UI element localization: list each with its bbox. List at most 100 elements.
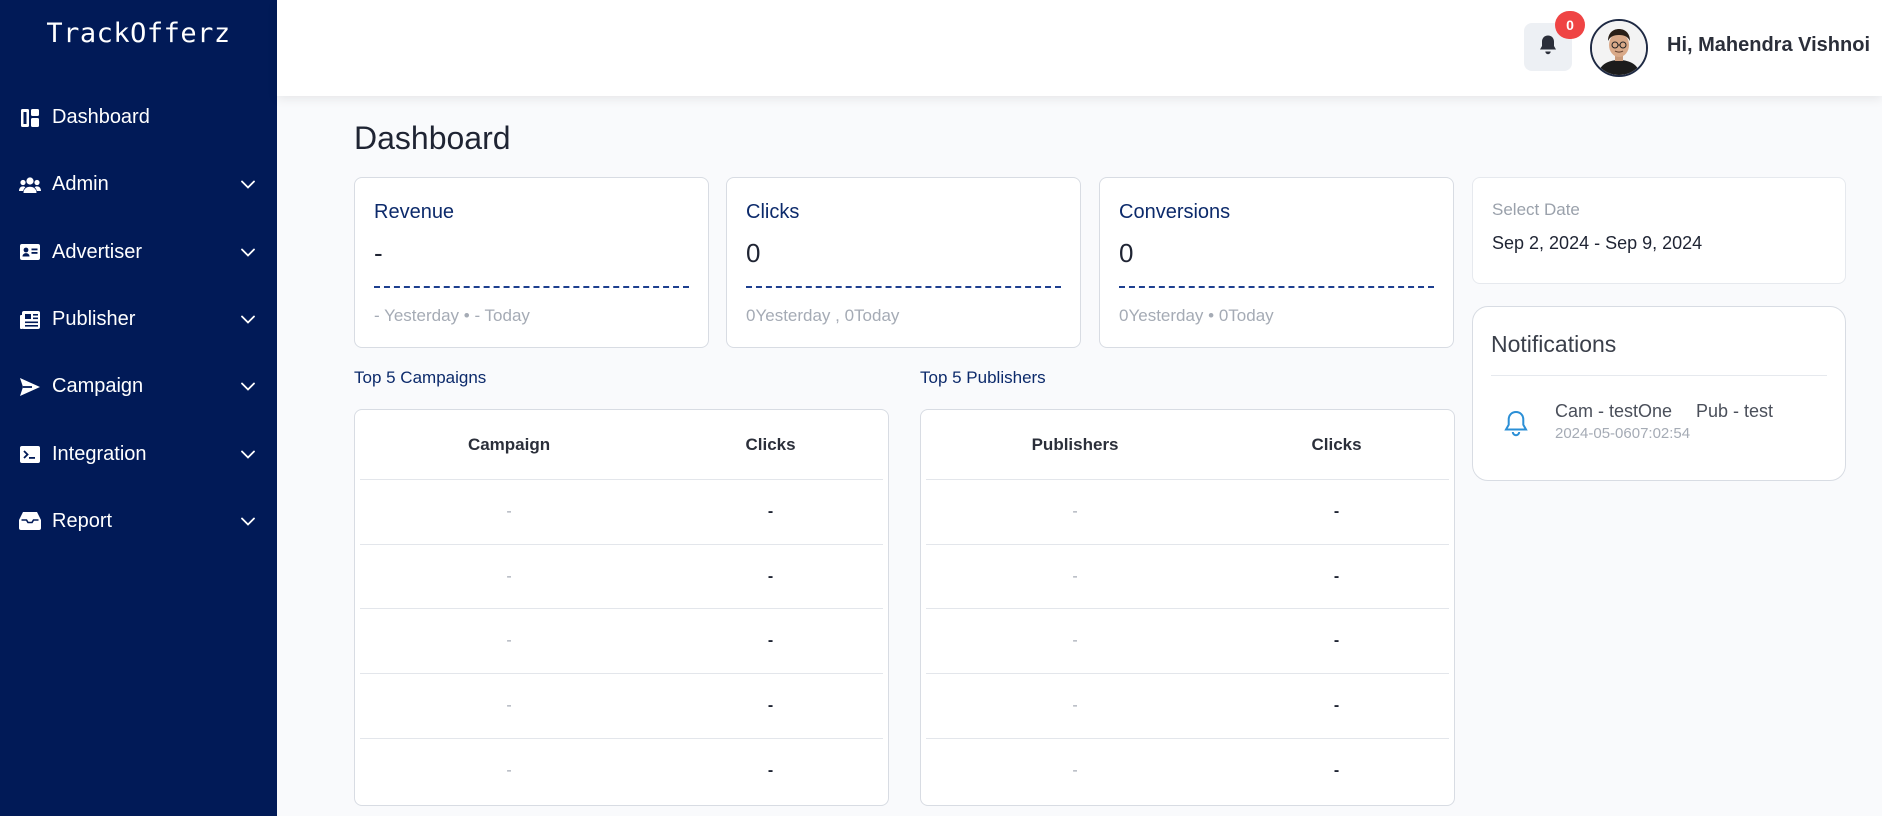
table-header: Campaign Clicks: [360, 410, 883, 480]
sidebar-item-advertiser[interactable]: Advertiser: [0, 219, 277, 286]
chevron-down-icon[interactable]: [239, 176, 257, 194]
top-publishers-table: Publishers Clicks - - - - - - - - - -: [920, 409, 1455, 806]
clicks-cell: -: [767, 567, 774, 585]
sidebar-item-campaign[interactable]: Campaign: [0, 353, 277, 420]
table-row: - -: [360, 739, 883, 804]
sidebar-item-label: Publisher: [52, 308, 136, 331]
id-card-icon: [19, 241, 41, 263]
bell-icon: [1503, 409, 1531, 439]
notification-timestamp: 2024-05-0607:02:54: [1555, 425, 1691, 442]
sidebar-item-dashboard[interactable]: Dashboard: [0, 84, 277, 151]
stat-value: 0: [1119, 238, 1134, 268]
campaign-cell: -: [506, 762, 512, 780]
clicks-cell: -: [1333, 502, 1340, 520]
table-row: - -: [926, 609, 1449, 675]
publisher-cell: -: [1072, 502, 1078, 520]
sidebar-item-label: Report: [52, 509, 113, 532]
campaign-cell: -: [506, 567, 512, 585]
notifications-panel: Notifications Cam - testOne Pub - test 2…: [1472, 306, 1846, 481]
avatar[interactable]: [1590, 19, 1648, 77]
sidebar-item-label: Advertiser: [52, 240, 143, 263]
top-campaigns-label: Top 5 Campaigns: [354, 368, 487, 387]
users-icon: [19, 174, 41, 196]
campaign-cell: -: [506, 502, 512, 520]
date-label: Select Date: [1492, 200, 1580, 219]
clicks-cell: -: [767, 632, 774, 650]
clicks-cell: -: [1333, 632, 1340, 650]
user-greeting[interactable]: Hi, Mahendra Vishnoi: [1667, 34, 1870, 57]
column-header-campaign: Campaign: [467, 434, 551, 454]
campaign-cell: -: [506, 696, 512, 714]
stat-title: Clicks: [746, 201, 800, 223]
stat-footer: - Yesterday • - Today: [374, 306, 530, 325]
stat-divider: [1119, 286, 1434, 288]
sidebar: TrackOfferz Dashboard Admin Advertiser P…: [0, 0, 277, 816]
clicks-cell: -: [1333, 762, 1340, 780]
chevron-down-icon[interactable]: [239, 243, 257, 261]
stat-footer: 0Yesterday , 0Today: [746, 306, 900, 325]
sidebar-item-integration[interactable]: Integration: [0, 420, 277, 487]
conversions-card: Conversions 0 0Yesterday • 0Today: [1099, 177, 1454, 348]
publisher-cell: -: [1072, 762, 1078, 780]
clicks-card: Clicks 0 0Yesterday , 0Today: [726, 177, 1081, 348]
stat-title: Conversions: [1119, 201, 1231, 223]
column-header-publishers: Publishers: [1031, 434, 1119, 454]
table-row: - -: [360, 480, 883, 545]
table-row: - -: [926, 739, 1449, 804]
top-publishers-label: Top 5 Publishers: [920, 368, 1046, 387]
table-row: - -: [926, 545, 1449, 610]
notifications-title: Notifications: [1491, 331, 1617, 357]
sidebar-item-report[interactable]: Report: [0, 488, 277, 555]
notification-count-badge: 0: [1555, 11, 1585, 39]
stat-divider: [374, 286, 689, 288]
chevron-down-icon[interactable]: [239, 445, 257, 463]
stat-value: -: [374, 238, 383, 268]
notification-campaign: Cam - testOne: [1555, 401, 1673, 421]
newspaper-icon: [19, 309, 41, 331]
divider: [1491, 375, 1827, 376]
publisher-cell: -: [1072, 696, 1078, 714]
sidebar-item-label: Integration: [52, 442, 147, 465]
paper-plane-icon: [19, 376, 41, 398]
notification-item[interactable]: Cam - testOne Pub - test 2024-05-0607:02…: [1503, 401, 1823, 451]
chevron-down-icon[interactable]: [239, 311, 257, 329]
notification-publisher: Pub - test: [1696, 401, 1774, 421]
stat-value: 0: [746, 238, 761, 268]
inbox-icon: [19, 510, 41, 532]
revenue-card: Revenue - - Yesterday • - Today: [354, 177, 709, 348]
sidebar-nav: Dashboard Admin Advertiser Publisher Cam…: [0, 84, 277, 555]
clicks-cell: -: [767, 696, 774, 714]
sidebar-item-label: Admin: [52, 173, 109, 196]
campaign-cell: -: [506, 632, 512, 650]
bell-icon: [1538, 34, 1558, 61]
table-row: - -: [360, 609, 883, 675]
clicks-cell: -: [1333, 696, 1340, 714]
date-range-picker[interactable]: Select Date Sep 2, 2024 - Sep 9, 2024: [1472, 177, 1846, 284]
stat-divider: [746, 286, 1061, 288]
stat-title: Revenue: [374, 201, 455, 223]
publisher-cell: -: [1072, 632, 1078, 650]
sidebar-item-label: Dashboard: [52, 106, 150, 129]
topbar: 0 Hi, Mahendra Vishnoi: [277, 0, 1882, 96]
chevron-down-icon[interactable]: [239, 512, 257, 530]
table-row: - -: [360, 674, 883, 739]
column-header-clicks: Clicks: [745, 434, 796, 454]
clicks-cell: -: [1333, 567, 1340, 585]
date-range-value[interactable]: Sep 2, 2024 - Sep 9, 2024: [1492, 233, 1702, 254]
clicks-cell: -: [767, 502, 774, 520]
table-header: Publishers Clicks: [926, 410, 1449, 480]
sidebar-item-admin[interactable]: Admin: [0, 151, 277, 218]
table-row: - -: [926, 674, 1449, 739]
table-row: - -: [360, 545, 883, 610]
top-campaigns-table: Campaign Clicks - - - - - - - - - -: [354, 409, 889, 806]
table-row: - -: [926, 480, 1449, 545]
terminal-icon: [19, 443, 41, 465]
stat-footer: 0Yesterday • 0Today: [1119, 306, 1274, 325]
chevron-down-icon[interactable]: [239, 378, 257, 396]
page-title: Dashboard: [354, 120, 511, 156]
dashboard-icon: [19, 107, 41, 129]
publisher-cell: -: [1072, 567, 1078, 585]
brand-logo[interactable]: TrackOfferz: [0, 18, 277, 49]
clicks-cell: -: [767, 762, 774, 780]
sidebar-item-publisher[interactable]: Publisher: [0, 286, 277, 353]
